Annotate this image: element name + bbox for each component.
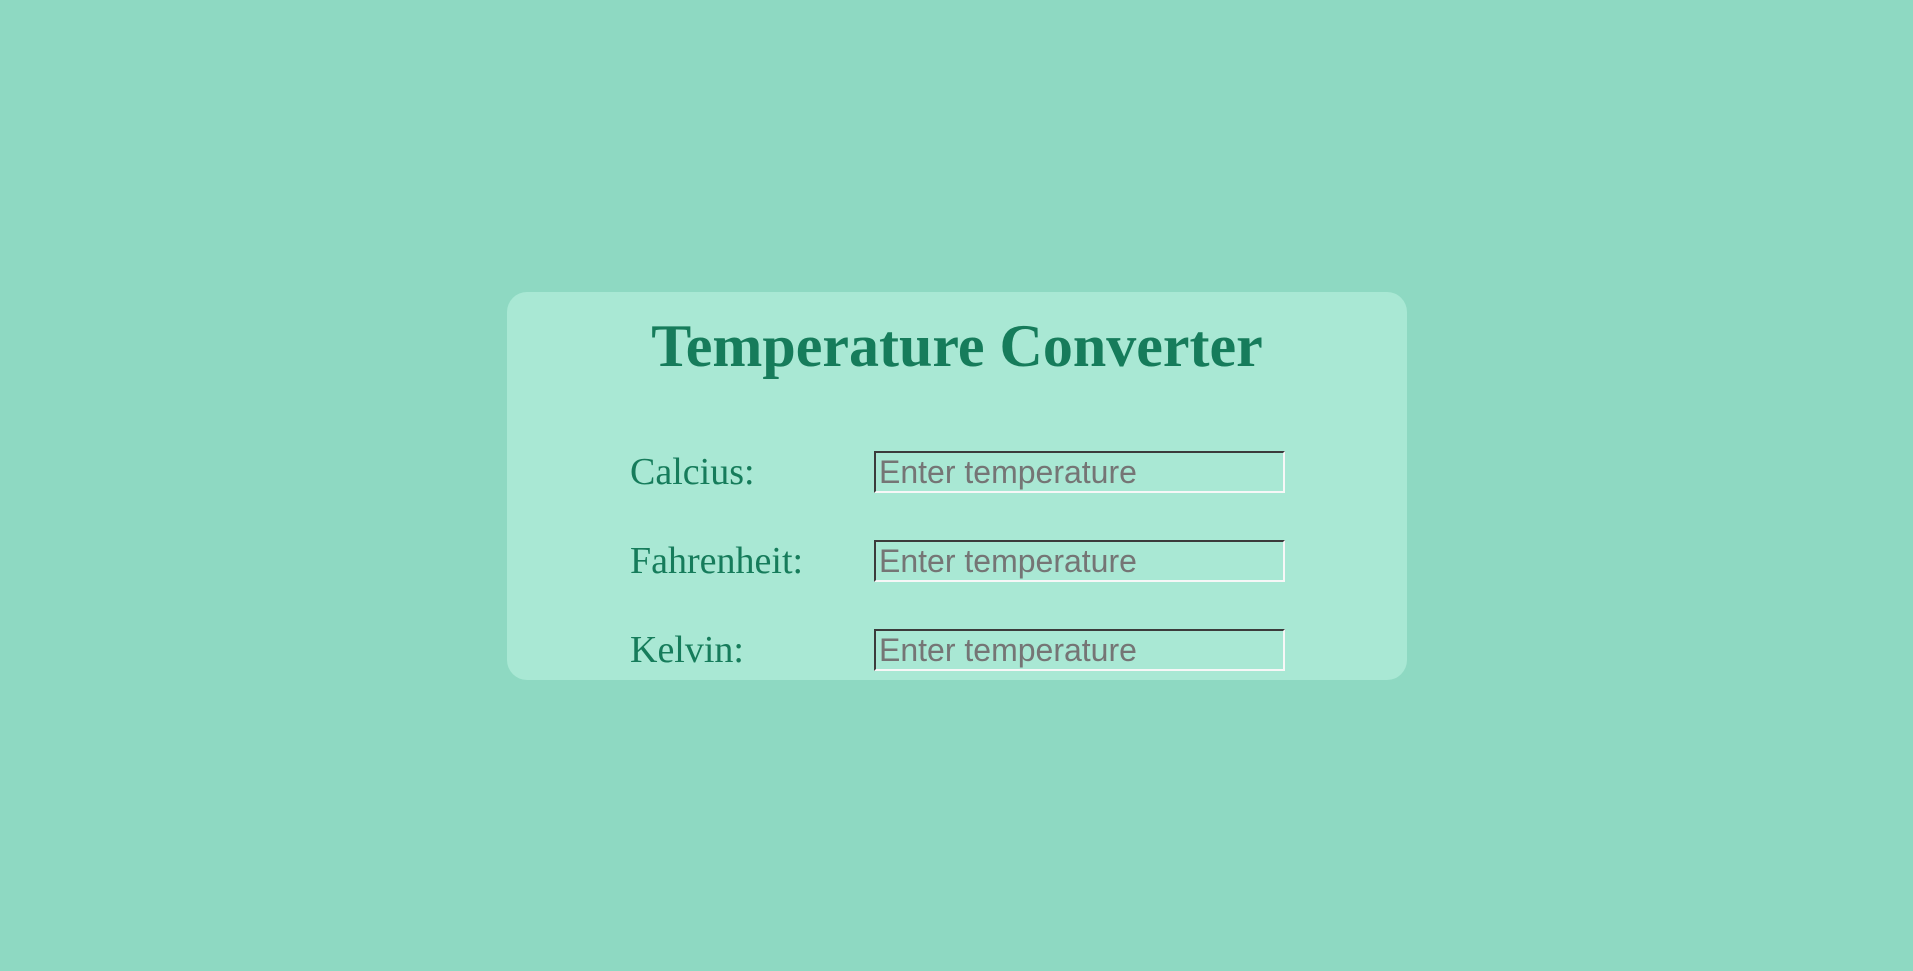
celsius-row: Calcius: (630, 451, 1290, 493)
page-title: Temperature Converter (651, 313, 1263, 379)
fahrenheit-row: Fahrenheit: (630, 540, 1290, 582)
kelvin-row: Kelvin: (630, 629, 1290, 671)
converter-card: Temperature Converter Calcius: Fahrenhei… (507, 292, 1407, 680)
kelvin-label: Kelvin: (630, 629, 744, 671)
fahrenheit-label: Fahrenheit: (630, 540, 804, 582)
celsius-input[interactable] (874, 451, 1285, 493)
celsius-label: Calcius: (630, 451, 755, 493)
fahrenheit-input[interactable] (874, 540, 1285, 582)
kelvin-input[interactable] (874, 629, 1285, 671)
